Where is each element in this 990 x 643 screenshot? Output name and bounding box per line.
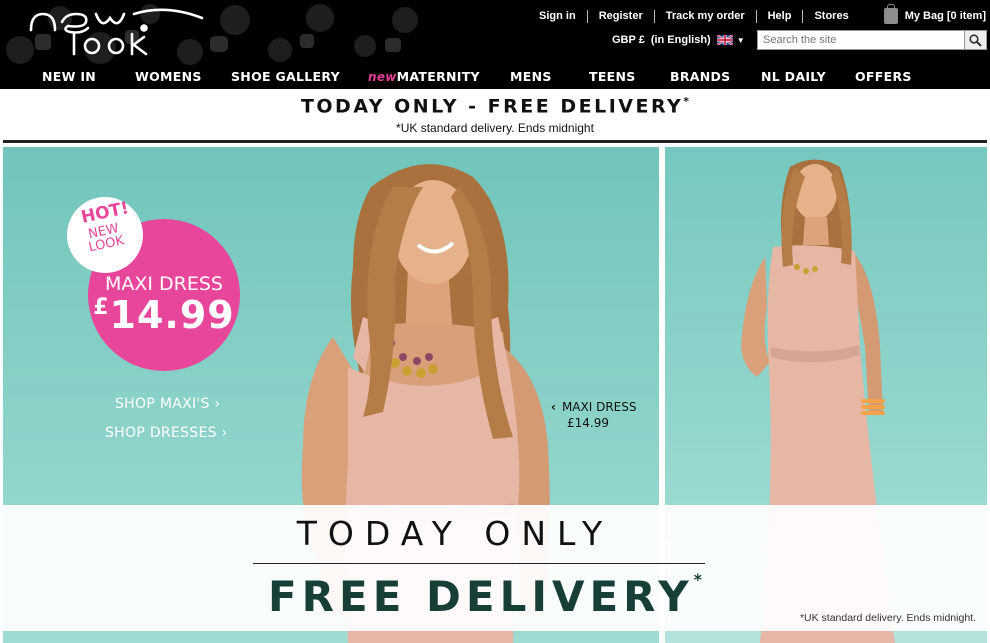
overlay-footnote: *UK standard delivery. Ends midnight. bbox=[799, 612, 976, 624]
chevron-right-icon: › bbox=[214, 396, 221, 412]
nav-maternity[interactable]: newMATERNITY bbox=[368, 69, 480, 84]
badge-price: £14.99 bbox=[93, 293, 235, 337]
promo-subtitle: *UK standard delivery. Ends midnight bbox=[396, 121, 594, 135]
new-look-logo[interactable] bbox=[26, 6, 206, 56]
main-navigation: NEW IN WOMENS SHOE GALLERY newMATERNITY … bbox=[0, 65, 990, 89]
promo-title: TODAY ONLY - FREE DELIVERY* bbox=[300, 95, 690, 118]
badge-product-title: MAXI DRESS bbox=[104, 273, 223, 295]
overlay-title: TODAY ONLY bbox=[296, 514, 614, 553]
track-order-link[interactable]: Track my order bbox=[655, 9, 757, 23]
divider bbox=[3, 140, 987, 143]
shopping-bag-icon bbox=[883, 4, 898, 24]
nav-nl-daily[interactable]: NL DAILY bbox=[761, 69, 826, 84]
help-link[interactable]: Help bbox=[757, 9, 804, 23]
stores-link[interactable]: Stores bbox=[803, 10, 859, 23]
my-bag-button[interactable]: My Bag [0 item] bbox=[883, 4, 990, 24]
promo-banner[interactable]: TODAY ONLY - FREE DELIVERY* *UK standard… bbox=[0, 89, 990, 141]
nav-womens[interactable]: WOMENS bbox=[135, 69, 202, 84]
shop-maxis-link[interactable]: SHOP MAXI'S › bbox=[115, 396, 220, 412]
currency-label: GBP £ bbox=[612, 34, 645, 46]
nav-new-in[interactable]: NEW IN bbox=[42, 69, 96, 84]
nav-teens[interactable]: TEENS bbox=[589, 69, 636, 84]
chevron-right-icon: › bbox=[221, 425, 228, 441]
caption-price: £14.99 bbox=[567, 416, 609, 430]
hot-new-look-badge: HOT! NEW LOOK bbox=[67, 197, 143, 273]
sign-in-link[interactable]: Sign in bbox=[528, 9, 588, 23]
uk-flag-icon bbox=[716, 35, 733, 45]
search-button[interactable] bbox=[964, 31, 986, 49]
chevron-left-icon: ‹ bbox=[551, 400, 556, 414]
divider bbox=[253, 563, 705, 564]
site-header: Sign in Register Track my order Help Sto… bbox=[0, 0, 990, 65]
register-link[interactable]: Register bbox=[588, 9, 655, 23]
new-tag: new bbox=[368, 70, 397, 84]
nav-maternity-label: MATERNITY bbox=[396, 69, 480, 84]
language-label: (in English) bbox=[650, 34, 711, 46]
chevron-down-icon: ▼ bbox=[736, 35, 745, 45]
my-bag-label: My Bag [0 item] bbox=[904, 10, 986, 22]
search-icon bbox=[969, 33, 982, 47]
product-caption[interactable]: ‹ MAXI DRESS £14.99 bbox=[551, 399, 636, 431]
search-box bbox=[757, 30, 987, 50]
nav-brands[interactable]: BRANDS bbox=[670, 69, 730, 84]
currency-language-selector[interactable]: GBP £ (in English) ▼ bbox=[612, 34, 745, 46]
utility-links: Sign in Register Track my order Help Sto… bbox=[528, 4, 990, 24]
shop-dresses-link[interactable]: SHOP DRESSES › bbox=[105, 425, 227, 441]
search-input[interactable] bbox=[758, 31, 964, 49]
caption-title: MAXI DRESS bbox=[561, 400, 637, 414]
nav-shoe-gallery[interactable]: SHOE GALLERY bbox=[231, 69, 340, 84]
nav-offers[interactable]: OFFERS bbox=[855, 69, 912, 84]
nav-mens[interactable]: MENS bbox=[510, 69, 552, 84]
